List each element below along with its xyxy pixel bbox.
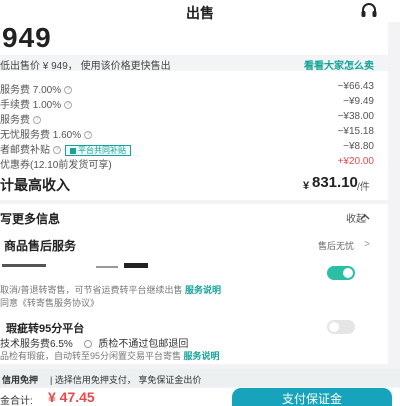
see-others-link[interactable]: 看看大家怎么卖 xyxy=(304,57,374,72)
fee-row: 手续费 1.00%? −¥9.49 xyxy=(0,95,388,111)
flaw-title: 瑕疵转95分平台 xyxy=(6,323,85,335)
info-icon[interactable]: ? xyxy=(64,101,73,110)
more-info-title: 写更多信息 xyxy=(0,212,61,226)
total-currency: ¥ xyxy=(303,180,310,192)
chevron-up-icon[interactable] xyxy=(360,214,370,220)
more-info-card: 写更多信息 收起 商品售后服务 售后无忧 > 取消/普退转寄售，可节省运费转平台… xyxy=(0,204,388,364)
chevron-right-icon[interactable]: > xyxy=(364,239,370,250)
fee-amount: −¥8.80 xyxy=(343,141,374,152)
total-unit: /件 xyxy=(357,182,370,193)
flaw-desc-text: 品检有瑕疵，自动转至95分闲置交易平台寄售 xyxy=(0,351,182,361)
fee-amount: −¥9.49 xyxy=(343,96,374,107)
total-label: 计最高收入 xyxy=(0,177,70,193)
aftersale-value[interactable]: 售后无忧 xyxy=(318,239,354,252)
deposit-amount: ¥ 47.45 xyxy=(48,389,95,405)
fee-amount: −¥38.00 xyxy=(337,111,374,122)
flaw-toggle[interactable] xyxy=(327,320,355,334)
info-icon[interactable]: ? xyxy=(33,116,41,125)
info-icon[interactable]: ? xyxy=(53,146,61,155)
credit-free-deposit-bar[interactable]: 信用免押 | 选择信用免押支付， 享免保证金出价 xyxy=(0,369,400,387)
fee-amount: −¥66.43 xyxy=(337,81,374,92)
info-icon[interactable]: ? xyxy=(64,86,73,95)
top-bar: 出售 xyxy=(0,0,400,22)
flaw-service-link[interactable]: 服务说明 xyxy=(184,351,220,361)
headset-icon[interactable] xyxy=(360,3,378,19)
consign-toggle[interactable] xyxy=(327,266,355,280)
flaw-description: 品检有瑕疵，自动转至95分闲置交易平台寄售 服务说明 xyxy=(0,349,220,362)
toggle-knob xyxy=(329,322,339,332)
total-income-row: 计最高收入 ¥ 831.10 /件 xyxy=(0,172,388,194)
tag-text: 平台共同补贴 xyxy=(78,145,126,155)
total-value: 831.10 xyxy=(312,174,358,191)
price-card: 949 低出售价 ¥ 949， 使用该价格更快售出 看看大家怎么卖 服务费 7.… xyxy=(0,22,388,200)
aftersale-title: 商品售后服务 xyxy=(4,239,77,253)
toggle-knob xyxy=(343,268,353,278)
redacted-text xyxy=(124,263,148,268)
consign-desc-text: 取消/普退转寄售，可节省运费转平台继续出售 xyxy=(0,285,183,295)
bottom-bar: 金合计: ¥ 47.45 支付保证金 xyxy=(0,388,400,406)
fee-amount: +¥20.00 xyxy=(337,156,374,167)
flag-icon xyxy=(70,147,76,154)
credit-title: 信用免押 xyxy=(2,375,39,385)
consign-service-link[interactable]: 服务说明 xyxy=(185,285,221,295)
fee-row: 服务费 7.00%? −¥66.43 xyxy=(0,80,388,96)
fee-row: 无忧服务费 1.60%? −¥15.18 xyxy=(0,125,388,141)
redacted-text xyxy=(2,264,46,267)
fee-row: 服务费? −¥38.00 xyxy=(0,110,388,126)
pay-deposit-button[interactable]: 支付保证金 xyxy=(232,388,392,406)
deposit-label: 金合计: xyxy=(0,396,33,406)
fee-amount: −¥15.18 xyxy=(337,126,374,137)
check-circle-icon[interactable] xyxy=(83,340,92,349)
consign-description: 取消/普退转寄售，可节省运费转平台继续出售 服务说明 xyxy=(0,283,221,296)
flaw-options: 技术服务费6.5% 质检不通过包邮退回 xyxy=(0,335,188,350)
fee-label: 优惠券(12.10前发货可享) xyxy=(0,160,112,171)
credit-text: | 选择信用免押支付， 享免保证金出价 xyxy=(50,375,202,385)
lowest-price-hint: 低出售价 ¥ 949， 使用该价格更快售出 看看大家怎么卖 xyxy=(0,55,388,72)
fee-row: 者邮费补贴? 平台共同补贴 −¥8.80 xyxy=(0,140,388,156)
page-title: 出售 xyxy=(186,5,214,21)
consign-agreement[interactable]: 同意《转寄售服务协议》 xyxy=(0,296,99,309)
info-icon[interactable]: ? xyxy=(84,131,93,140)
fee-row: 优惠券(12.10前发货可享) +¥20.00 xyxy=(0,155,388,171)
sale-price[interactable]: 949 xyxy=(2,22,52,54)
hint-text: 低出售价 ¥ 949， 使用该价格更快售出 xyxy=(0,61,171,72)
redacted-text xyxy=(96,266,118,268)
